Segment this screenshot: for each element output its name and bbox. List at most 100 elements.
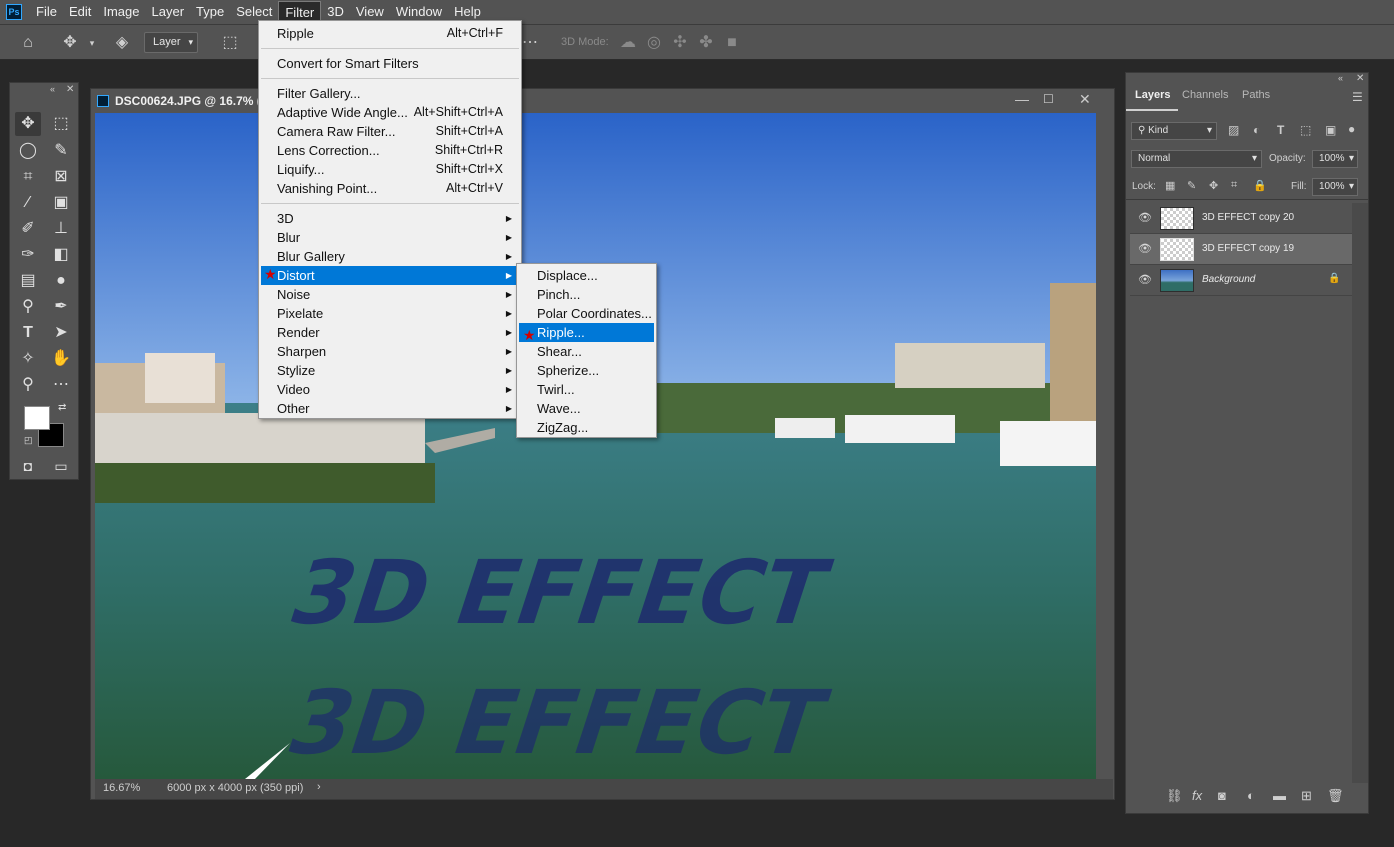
layer-filter-kind-dropdown[interactable]: ⚲ Kind ▾ — [1131, 122, 1217, 140]
menu-item-3d[interactable]: 3D ▶ — [261, 209, 519, 228]
frame-tool-icon[interactable]: ⊠ — [48, 165, 74, 189]
menu-item-stylize[interactable]: Stylize ▶ — [261, 361, 519, 380]
new-group-icon[interactable]: ▬ — [1273, 788, 1286, 803]
add-mask-icon[interactable]: ◙ — [1218, 788, 1226, 803]
menu-item-adaptive-wide-angle[interactable]: Adaptive Wide Angle... Alt+Shift+Ctrl+A — [261, 103, 519, 122]
shape-tool-icon[interactable]: ✧ — [15, 347, 41, 371]
menu-item-pixelate[interactable]: Pixelate ▶ — [261, 304, 519, 323]
submenu-item-shear[interactable]: Shear... — [519, 342, 654, 361]
hand-tool-icon[interactable]: ✋ — [48, 347, 74, 371]
filter-shape-layers-icon[interactable]: ⬚ — [1300, 123, 1311, 137]
tab-paths[interactable]: Paths — [1242, 89, 1270, 101]
crop-tool-icon[interactable]: ⌗ — [15, 165, 41, 189]
lock-position-icon[interactable]: ✥ — [1209, 179, 1218, 192]
maximize-icon[interactable]: ☐ — [1043, 92, 1054, 106]
submenu-item-zigzag[interactable]: ZigZag... — [519, 418, 654, 437]
lock-image-icon[interactable]: ✎ — [1187, 179, 1196, 192]
transform-controls-icon[interactable]: ⬚ — [220, 33, 240, 53]
blend-mode-dropdown[interactable]: Normal ▾ — [1131, 150, 1262, 168]
adjustment-layer-icon[interactable]: ◐ — [1247, 788, 1255, 803]
menu-layer[interactable]: Layer — [146, 1, 191, 23]
menu-file[interactable]: File — [30, 1, 63, 23]
eraser-tool-icon[interactable]: ◧ — [48, 243, 74, 267]
visibility-eye-icon[interactable]: 👁 — [1138, 212, 1152, 224]
filter-pixel-layers-icon[interactable]: ▨ — [1228, 123, 1239, 137]
minimize-icon[interactable]: — — [1015, 91, 1029, 107]
visibility-eye-icon[interactable]: 👁 — [1138, 243, 1152, 255]
quick-mask-icon[interactable]: ◘ — [15, 454, 41, 478]
menu-item-sharpen[interactable]: Sharpen ▶ — [261, 342, 519, 361]
delete-layer-icon[interactable]: 🗑 — [1327, 788, 1344, 804]
layers-scrollbar[interactable] — [1352, 203, 1368, 783]
menu-item-last-filter[interactable]: Ripple Alt+Ctrl+F — [261, 24, 519, 43]
new-layer-icon[interactable]: ⊞ — [1301, 788, 1312, 804]
zoom-tool-icon[interactable]: ⚲ — [15, 373, 41, 397]
submenu-item-displace[interactable]: Displace... — [519, 266, 654, 285]
layer-style-fx-icon[interactable]: fx — [1192, 788, 1202, 803]
image-canvas[interactable]: 3D EFFECT 3D EFFECT — [95, 113, 1096, 779]
eyedropper-tool-icon[interactable]: ⁄ — [15, 191, 41, 215]
dodge-tool-icon[interactable]: ⚲ — [15, 295, 41, 319]
type-tool-icon[interactable]: T — [15, 321, 41, 345]
menu-item-vanishing-point[interactable]: Vanishing Point... Alt+Ctrl+V — [261, 179, 519, 198]
submenu-item-twirl[interactable]: Twirl... — [519, 380, 654, 399]
panel-menu-icon[interactable]: ☰ — [1352, 90, 1363, 104]
move-tool-icon[interactable]: ✥ — [15, 112, 41, 136]
screen-mode-icon[interactable]: ▭ — [48, 454, 74, 478]
filter-toggle-icon[interactable]: ● — [1348, 122, 1355, 136]
menu-edit[interactable]: Edit — [63, 1, 97, 23]
chevron-down-icon[interactable]: ▾ — [82, 33, 102, 53]
more-tools-icon[interactable]: ⋯ — [48, 373, 74, 397]
menu-item-blur[interactable]: Blur ▶ — [261, 228, 519, 247]
swap-colors-icon[interactable]: ⇄ — [58, 402, 66, 413]
clone-stamp-tool-icon[interactable]: ⊥ — [48, 217, 74, 241]
marquee-tool-icon[interactable]: ⬚ — [48, 112, 74, 136]
more-options-icon[interactable]: ⋯ — [520, 33, 540, 53]
pen-tool-icon[interactable]: ✒ — [48, 295, 74, 319]
home-icon[interactable]: ⌂ — [18, 33, 38, 53]
brush-tool-icon[interactable]: ✐ — [15, 217, 41, 241]
menu-type[interactable]: Type — [190, 1, 230, 23]
menu-item-distort[interactable]: ★ Distort ▶ — [261, 266, 519, 285]
menu-item-blur-gallery[interactable]: Blur Gallery ▶ — [261, 247, 519, 266]
opacity-input[interactable]: 100% ▾ — [1312, 150, 1358, 168]
filter-adjustment-layers-icon[interactable]: ◐ — [1253, 123, 1260, 137]
close-icon[interactable]: ✕ — [1356, 73, 1364, 84]
lock-transparent-icon[interactable]: ▦ — [1165, 179, 1175, 192]
fill-input[interactable]: 100% ▾ — [1312, 178, 1358, 196]
default-colors-icon[interactable]: ◰ — [24, 435, 33, 446]
layer-row[interactable]: 👁 3D EFFECT copy 20 — [1130, 203, 1352, 234]
foreground-color-swatch[interactable] — [24, 406, 50, 430]
move-tool-icon[interactable]: ✥ — [60, 33, 80, 53]
filter-type-layers-icon[interactable]: T — [1277, 123, 1284, 137]
lock-all-icon[interactable]: 🔒 — [1253, 179, 1267, 192]
roll-3d-icon[interactable]: ◎ — [644, 33, 664, 53]
menu-item-lens-correction[interactable]: Lens Correction... Shift+Ctrl+R — [261, 141, 519, 160]
submenu-item-polar-coordinates[interactable]: Polar Coordinates... — [519, 304, 654, 323]
chevron-right-icon[interactable]: › — [317, 781, 321, 793]
submenu-item-pinch[interactable]: Pinch... — [519, 285, 654, 304]
scale-3d-icon[interactable]: ■ — [722, 33, 742, 53]
quick-select-tool-icon[interactable]: ✎ — [48, 139, 74, 163]
lock-artboard-icon[interactable]: ⌗ — [1231, 179, 1237, 192]
menu-item-filter-gallery[interactable]: Filter Gallery... — [261, 84, 519, 103]
filter-smart-objects-icon[interactable]: ▣ — [1325, 123, 1336, 137]
submenu-item-ripple[interactable]: ★ Ripple... — [519, 323, 654, 343]
tab-channels[interactable]: Channels — [1182, 89, 1228, 101]
visibility-eye-icon[interactable]: 👁 — [1138, 274, 1152, 286]
gradient-tool-icon[interactable]: ▤ — [15, 269, 41, 293]
zoom-level[interactable]: 16.67% — [103, 782, 140, 794]
menu-item-camera-raw[interactable]: Camera Raw Filter... Shift+Ctrl+A — [261, 122, 519, 141]
path-selection-tool-icon[interactable]: ➤ — [48, 321, 74, 345]
lasso-tool-icon[interactable]: ◯ — [15, 139, 41, 163]
menu-item-other[interactable]: Other ▶ — [261, 399, 519, 418]
menu-item-noise[interactable]: Noise ▶ — [261, 285, 519, 304]
collapse-icon[interactable]: « — [1338, 73, 1343, 83]
document-tab-title[interactable]: DSC00624.JPG @ 16.7% (3D — [115, 94, 276, 108]
link-layers-icon[interactable]: ⛓ — [1166, 788, 1183, 804]
layer-row[interactable]: 👁 3D EFFECT copy 19 — [1130, 234, 1352, 265]
close-icon[interactable]: ✕ — [1079, 91, 1091, 108]
pan-3d-icon[interactable]: ✣ — [670, 33, 690, 53]
layer-row[interactable]: 👁 Background 🔒 — [1130, 265, 1352, 296]
collapse-icon[interactable]: « — [50, 84, 55, 94]
